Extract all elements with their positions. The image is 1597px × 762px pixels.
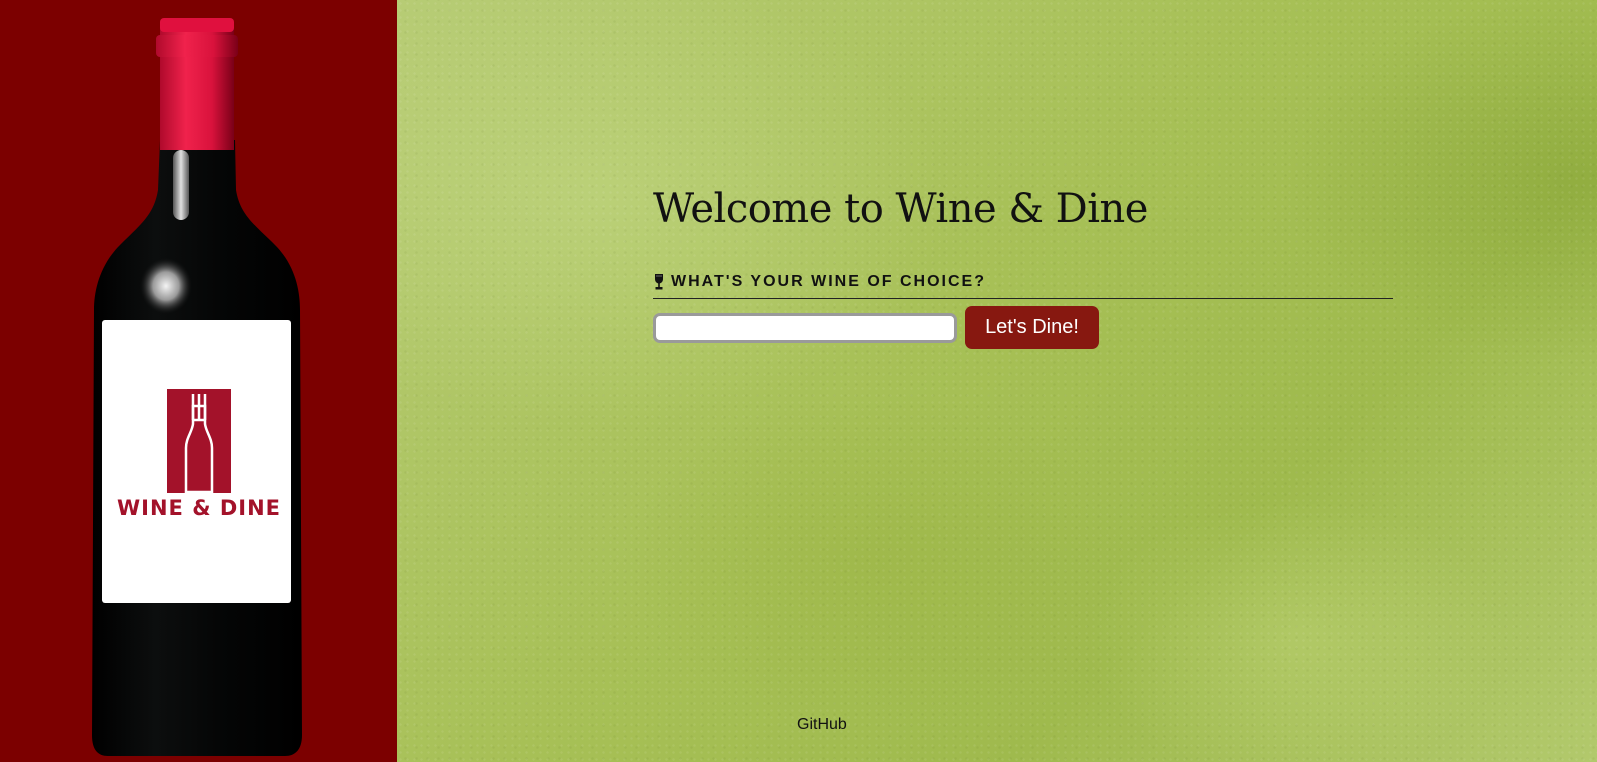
wine-bottle-illustration: WINE & DINE: [92, 18, 302, 756]
sidebar: WINE & DINE: [0, 0, 397, 762]
logo-text: WINE & DINE: [117, 496, 281, 520]
page: WINE & DINE Welcome to Wine & Dine WHAT'…: [0, 0, 1597, 762]
question-label: WHAT'S YOUR WINE OF CHOICE?: [671, 273, 986, 290]
main-panel: Welcome to Wine & Dine WHAT'S YOUR WINE …: [397, 0, 1597, 762]
wine-choice-input[interactable]: [653, 312, 957, 343]
wine-glass-icon: [653, 274, 665, 290]
page-title: Welcome to Wine & Dine: [653, 186, 1148, 232]
github-link[interactable]: GitHub: [797, 716, 847, 734]
search-section: Welcome to Wine & Dine WHAT'S YOUR WINE …: [653, 186, 1393, 349]
lets-dine-button[interactable]: Let's Dine!: [965, 306, 1099, 349]
question-header: WHAT'S YOUR WINE OF CHOICE?: [653, 273, 1393, 299]
wine-search-form: Let's Dine!: [653, 306, 1393, 349]
